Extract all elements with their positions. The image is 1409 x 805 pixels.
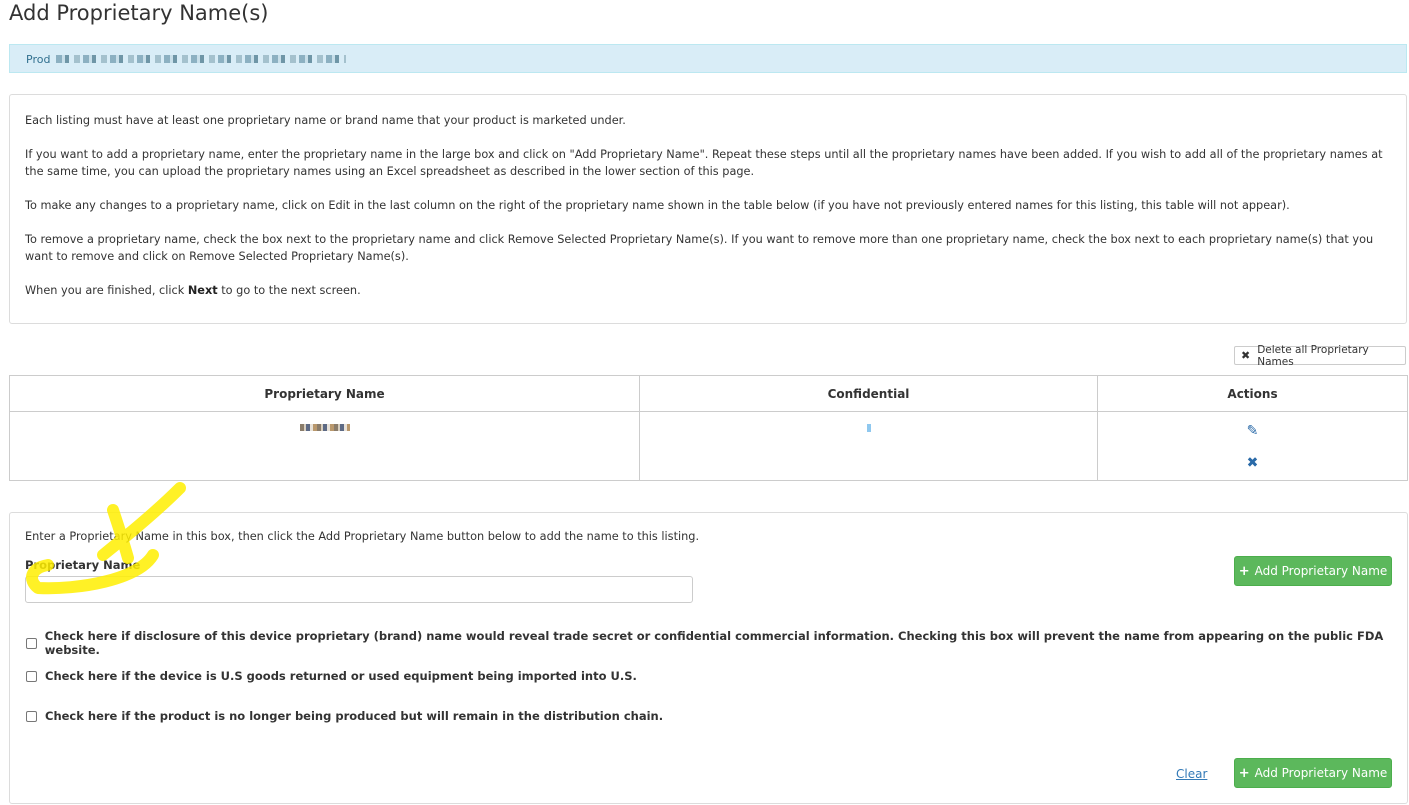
- column-header-confidential: Confidential: [639, 375, 1098, 412]
- next-keyword: Next: [187, 284, 218, 297]
- cell-proprietary-name: [9, 411, 640, 481]
- form-hint: Enter a Proprietary Name in this box, th…: [25, 530, 700, 543]
- instruction-text: When you are finished, click: [25, 284, 188, 297]
- plus-icon: +: [1238, 563, 1250, 579]
- add-name-form: Enter a Proprietary Name in this box, th…: [9, 512, 1408, 804]
- redacted-product-info: [56, 55, 346, 63]
- clear-link[interactable]: Clear: [1176, 767, 1207, 781]
- instruction-text: to go to the next screen.: [217, 284, 361, 297]
- row-actions: ✎ ✖: [1099, 413, 1406, 473]
- instruction-paragraph: To make any changes to a proprietary nam…: [25, 199, 1290, 212]
- plus-icon: +: [1238, 765, 1250, 781]
- close-icon: ✖: [1241, 349, 1251, 362]
- cell-confidential: [639, 411, 1098, 481]
- checkbox-box[interactable]: [26, 670, 37, 682]
- product-info-bar: Prod: [9, 44, 1407, 73]
- cell-actions: ✎ ✖: [1097, 411, 1408, 481]
- checkbox-label: Check here if the product is no longer b…: [45, 709, 664, 723]
- checkbox-box[interactable]: [26, 710, 37, 722]
- proprietary-names-table: Proprietary Name Confidential Actions ✎ …: [9, 375, 1408, 481]
- delete-all-names-button[interactable]: ✖ Delete all Proprietary Names: [1234, 343, 1406, 368]
- checkbox-label: Check here if disclosure of this device …: [44, 629, 1384, 657]
- close-icon[interactable]: ✖: [1247, 453, 1259, 473]
- column-header-proprietary-name: Proprietary Name: [9, 375, 640, 412]
- checkbox-box[interactable]: [26, 637, 37, 649]
- add-proprietary-name-button-bottom[interactable]: + Add Proprietary Name: [1234, 758, 1392, 788]
- instruction-paragraph: If you want to add a proprietary name, e…: [25, 148, 1383, 178]
- proprietary-name-label: Proprietary Name: [25, 558, 141, 572]
- product-info-label: Prod: [26, 53, 51, 66]
- instruction-paragraph: When you are finished, click Next to go …: [25, 282, 1391, 299]
- add-button-label: Add Proprietary Name: [1254, 564, 1388, 578]
- redacted-confidential: [866, 424, 871, 432]
- instructions-panel: Each listing must have at least one prop…: [9, 94, 1407, 324]
- checkbox-no-longer-produced[interactable]: Check here if the product is no longer b…: [26, 709, 663, 723]
- instruction-paragraph: To remove a proprietary name, check the …: [25, 233, 1374, 263]
- table-header-row: Proprietary Name Confidential Actions: [9, 375, 1408, 412]
- checkbox-goods-returned[interactable]: Check here if the device is U.S goods re…: [26, 669, 637, 683]
- add-proprietary-name-button-top[interactable]: + Add Proprietary Name: [1234, 556, 1392, 586]
- add-button-label: Add Proprietary Name: [1254, 766, 1388, 780]
- column-header-actions: Actions: [1097, 375, 1408, 412]
- proprietary-name-input[interactable]: [25, 576, 693, 603]
- checkbox-label: Check here if the device is U.S goods re…: [45, 669, 637, 683]
- delete-all-label: Delete all Proprietary Names: [1257, 343, 1369, 368]
- instruction-paragraph: Each listing must have at least one prop…: [25, 114, 626, 127]
- checkbox-trade-secret[interactable]: Check here if disclosure of this device …: [26, 629, 1407, 657]
- page-title: Add Proprietary Name(s): [9, 1, 269, 25]
- redacted-name: [299, 424, 350, 431]
- pencil-icon[interactable]: ✎: [1247, 421, 1259, 441]
- table-row: ✎ ✖: [9, 411, 1408, 481]
